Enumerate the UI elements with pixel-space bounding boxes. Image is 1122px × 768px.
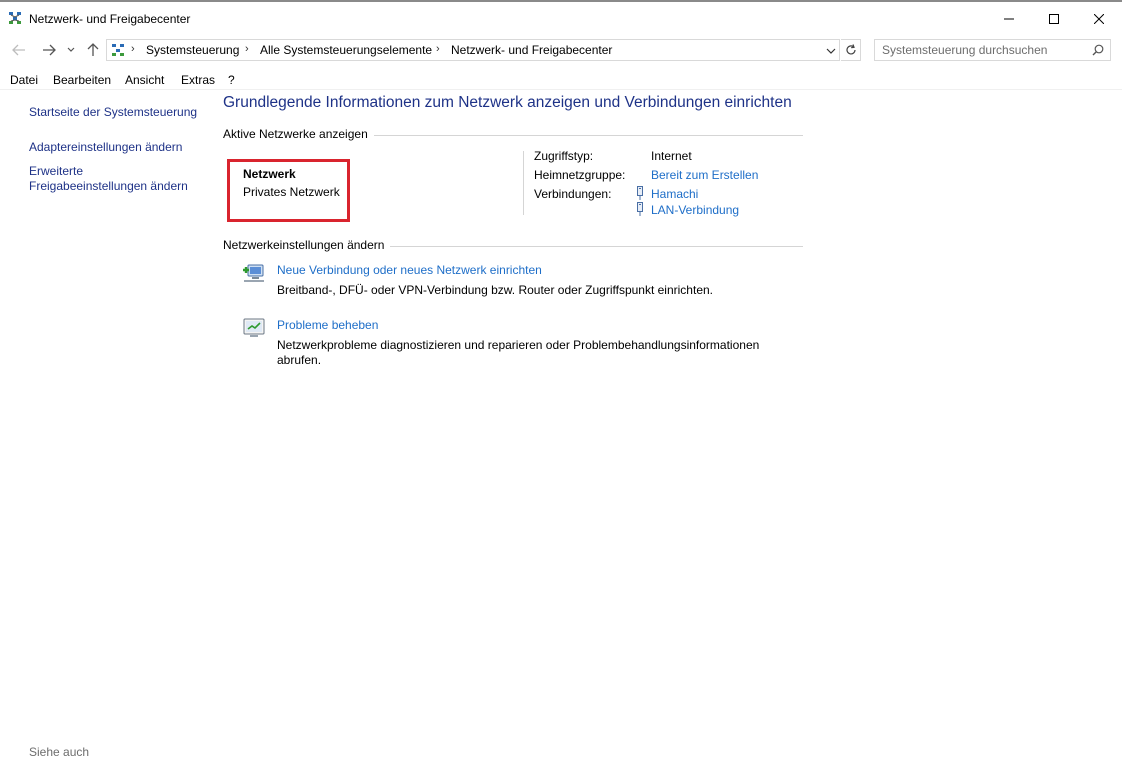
breadcrumb-systemsteuerung[interactable]: Systemsteuerung <box>146 43 239 57</box>
homegroup-label: Heimnetzgruppe: <box>534 168 626 182</box>
network-name: Netzwerk <box>243 167 296 181</box>
link-advanced-sharing-line1: Erweiterte <box>29 164 84 178</box>
breadcrumb-chevron-icon: › <box>436 43 440 55</box>
back-button[interactable] <box>9 38 29 62</box>
new-connection-icon <box>243 264 264 282</box>
minimize-icon <box>1004 18 1014 20</box>
link-advanced-sharing-line2: Freigabeeinstellungen ändern <box>29 179 188 193</box>
network-settings-label: Netzwerkeinstellungen ändern <box>223 238 391 252</box>
network-adapter-icon <box>637 202 643 216</box>
maximize-icon <box>1049 14 1059 24</box>
access-type-label: Zugriffstyp: <box>534 149 594 163</box>
window-title: Netzwerk- und Freigabecenter <box>29 12 191 26</box>
recent-locations-button[interactable] <box>65 38 77 62</box>
search-box <box>874 39 1111 61</box>
active-networks-label: Aktive Netzwerke anzeigen <box>223 127 374 141</box>
control-panel-icon <box>112 44 124 56</box>
connections-label: Verbindungen: <box>534 187 612 201</box>
close-icon <box>1094 14 1104 24</box>
link-advanced-sharing[interactable]: Erweiterte Freigabeeinstellungen ändern <box>29 164 188 194</box>
connection-link-lan[interactable]: LAN-Verbindung <box>651 203 739 217</box>
menu-extras[interactable]: Extras <box>181 73 215 87</box>
troubleshoot-icon <box>243 318 265 337</box>
chevron-down-icon <box>67 47 75 52</box>
menu-divider <box>0 89 1122 90</box>
new-connection-link[interactable]: Neue Verbindung oder neues Netzwerk einr… <box>277 263 542 277</box>
troubleshoot-description: Netzwerkprobleme diagnostizieren und rep… <box>277 338 777 368</box>
connection-link-hamachi[interactable]: Hamachi <box>651 187 698 201</box>
see-also-label: Siehe auch <box>29 745 90 759</box>
menu-bar: Datei Bearbeiten Ansicht Extras ? <box>0 70 1122 89</box>
address-bar[interactable]: › Systemsteuerung › Alle Systemsteuerung… <box>106 39 840 61</box>
network-center-icon <box>9 12 21 24</box>
link-adapter-settings[interactable]: Adaptereinstellungen ändern <box>29 140 182 155</box>
breadcrumb-all-items[interactable]: Alle Systemsteuerungselemente <box>260 43 432 57</box>
close-button[interactable] <box>1076 4 1122 34</box>
menu-datei[interactable]: Datei <box>10 73 38 87</box>
menu-help[interactable]: ? <box>228 73 235 87</box>
menu-ansicht[interactable]: Ansicht <box>125 73 164 87</box>
arrow-up-icon <box>87 43 99 56</box>
breadcrumb-network-center[interactable]: Netzwerk- und Freigabecenter <box>451 43 612 57</box>
minimize-button[interactable] <box>986 4 1032 34</box>
troubleshoot-link[interactable]: Probleme beheben <box>277 318 378 332</box>
breadcrumb-chevron-icon: › <box>131 43 135 55</box>
troubleshoot-description-line1: Netzwerkprobleme diagnostizieren und rep… <box>277 338 760 352</box>
menu-bearbeiten[interactable]: Bearbeiten <box>53 73 111 87</box>
maximize-button[interactable] <box>1031 4 1077 34</box>
network-type[interactable]: Privates Netzwerk <box>243 185 340 199</box>
title-bar: Netzwerk- und Freigabecenter <box>0 2 1122 34</box>
chevron-down-icon[interactable] <box>826 48 836 54</box>
arrow-right-icon <box>43 44 56 56</box>
access-type-value: Internet <box>651 149 692 163</box>
refresh-button[interactable] <box>841 39 861 61</box>
troubleshoot-description-line2: abrufen. <box>277 353 322 367</box>
up-button[interactable] <box>83 38 103 62</box>
arrow-left-icon <box>12 44 25 56</box>
search-icon[interactable] <box>1092 44 1104 56</box>
search-input[interactable] <box>882 43 1082 57</box>
new-connection-description: Breitband-, DFÜ- oder VPN-Verbindung bzw… <box>277 283 713 297</box>
homegroup-link[interactable]: Bereit zum Erstellen <box>651 168 758 182</box>
vertical-divider <box>523 151 524 215</box>
breadcrumb-chevron-icon: › <box>245 43 249 55</box>
refresh-icon <box>845 44 856 55</box>
forward-button[interactable] <box>39 38 59 62</box>
network-adapter-icon <box>637 186 643 200</box>
page-title: Grundlegende Informationen zum Netzwerk … <box>223 94 792 111</box>
link-control-panel-home[interactable]: Startseite der Systemsteuerung <box>29 105 197 120</box>
